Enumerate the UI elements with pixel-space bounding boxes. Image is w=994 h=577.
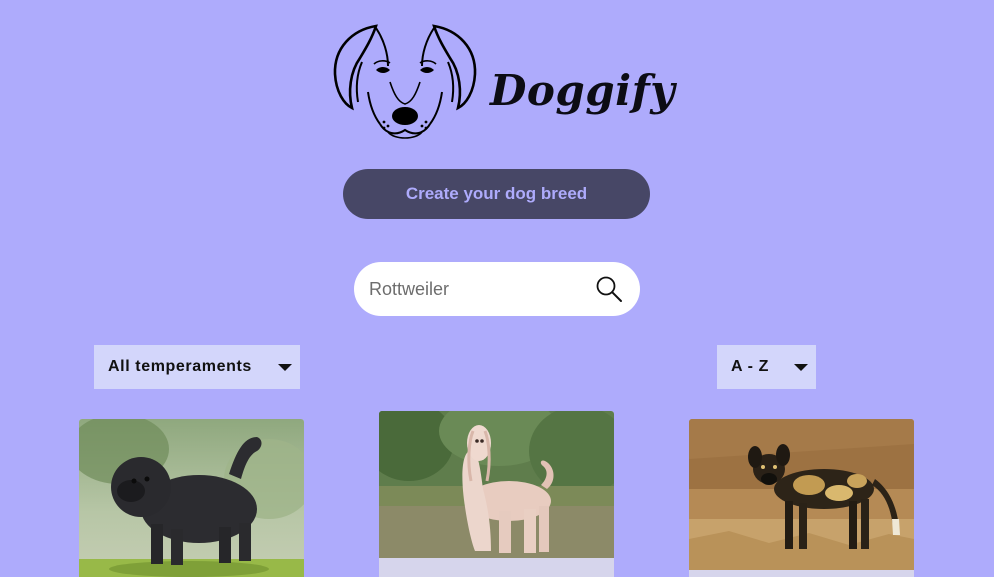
sort-order-selected-label: A - Z (731, 358, 769, 375)
breed-card[interactable] (79, 419, 304, 577)
temperament-selected-label: All temperaments (108, 358, 252, 375)
page: Doggify Create your dog breed All temper… (0, 0, 994, 577)
create-breed-button[interactable]: Create your dog breed (343, 169, 650, 219)
chevron-down-icon (794, 364, 808, 371)
african-wild-dog-photo (689, 419, 914, 570)
search-icon[interactable] (594, 274, 624, 304)
black-shaggy-dog-photo (79, 419, 304, 577)
sort-order-select[interactable]: A - Z (717, 345, 816, 389)
afghan-hound-photo (379, 411, 614, 558)
brand-name: Doggify (490, 66, 676, 115)
dog-face-icon (333, 24, 477, 139)
chevron-down-icon (278, 364, 292, 371)
temperament-select[interactable]: All temperaments (94, 345, 300, 389)
breed-card[interactable] (689, 419, 914, 577)
breed-card[interactable] (379, 411, 614, 577)
search-bar (354, 262, 640, 316)
search-input[interactable] (369, 276, 579, 302)
logo: Doggify (330, 22, 675, 142)
